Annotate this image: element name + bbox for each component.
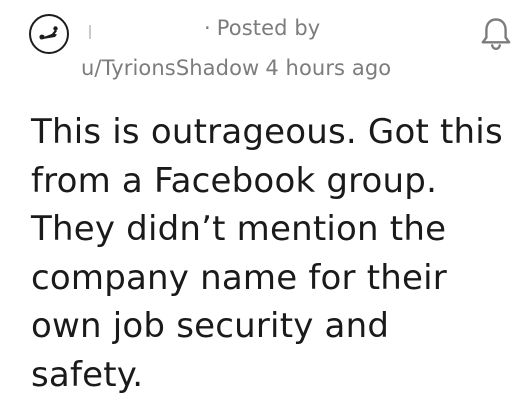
posted-by-label: · Posted by [204,16,320,40]
post-header: · Posted by u/TyrionsShadow 4 hours ago [0,0,528,100]
author-line: u/TyrionsShadow 4 hours ago [81,56,391,80]
author-link[interactable]: u/TyrionsShadow [81,56,259,80]
avatar-figure-icon [39,26,58,40]
post-timestamp: 4 hours ago [265,56,392,80]
separator-dot: · [204,16,211,40]
subreddit-avatar-icon[interactable] [29,14,69,54]
bell-glyph-icon [481,18,511,51]
post-title[interactable]: This is outrageous. Got this from a Face… [31,108,511,399]
bell-icon[interactable] [477,14,515,54]
posted-by-prefix: Posted by [216,16,321,40]
subreddit-name-stub [89,25,91,39]
